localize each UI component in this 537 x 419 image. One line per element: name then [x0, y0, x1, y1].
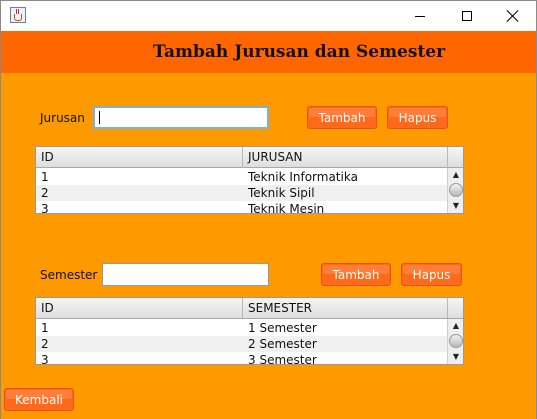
- jurusan-table-body: 1 Teknik Informatika 2 Teknik Sipil 3 Te…: [36, 168, 447, 214]
- cell-semester: 2 Semester: [248, 337, 317, 351]
- semester-scrollbar[interactable]: ▲ ▼: [447, 319, 463, 364]
- semester-add-button[interactable]: Tambah: [321, 263, 391, 286]
- scroll-down-icon[interactable]: ▼: [448, 201, 463, 211]
- minimize-button[interactable]: [397, 1, 443, 31]
- semester-table-header: ID SEMESTER: [36, 298, 447, 319]
- scroll-down-icon[interactable]: ▼: [448, 352, 463, 362]
- column-header-semester[interactable]: SEMESTER: [243, 298, 447, 319]
- cell-semester: 1 Semester: [248, 321, 317, 335]
- semester-input[interactable]: [102, 263, 269, 286]
- cell-semester: 3 Semester: [248, 353, 317, 365]
- maximize-icon: [462, 11, 472, 21]
- table-header-corner: [447, 147, 463, 168]
- table-row[interactable]: 1 1 Semester: [36, 320, 447, 336]
- close-button[interactable]: [490, 1, 536, 31]
- cell-jurusan: Teknik Informatika: [248, 170, 358, 184]
- cell-jurusan: Teknik Mesin: [248, 202, 325, 214]
- app-window: Tambah Jurusan dan Semester Jurusan Tamb…: [0, 0, 537, 419]
- cell-id: 2: [41, 337, 49, 351]
- jurusan-delete-button[interactable]: Hapus: [387, 106, 448, 129]
- semester-table[interactable]: ID SEMESTER 1 1 Semester 2 2 Semester 3 …: [35, 297, 464, 365]
- column-header-id[interactable]: ID: [36, 147, 243, 168]
- table-row[interactable]: 2 2 Semester: [36, 336, 447, 352]
- scroll-thumb[interactable]: [449, 183, 463, 197]
- cell-id: 3: [41, 202, 49, 214]
- main-panel: Tambah Jurusan dan Semester Jurusan Tamb…: [1, 31, 536, 419]
- minimize-icon: [415, 15, 425, 17]
- text-caret: [99, 111, 100, 124]
- column-header-jurusan[interactable]: JURUSAN: [243, 147, 447, 168]
- table-row[interactable]: 2 Teknik Sipil: [36, 185, 447, 201]
- java-cup-icon[interactable]: [10, 7, 26, 23]
- jurusan-table[interactable]: ID JURUSAN 1 Teknik Informatika 2 Teknik…: [35, 146, 464, 214]
- cup-shape: [14, 14, 22, 21]
- column-header-id[interactable]: ID: [36, 298, 243, 319]
- header-bar: Tambah Jurusan dan Semester: [1, 31, 536, 73]
- cell-jurusan: Teknik Sipil: [248, 186, 315, 200]
- back-button[interactable]: Kembali: [4, 388, 74, 411]
- table-row[interactable]: 1 Teknik Informatika: [36, 169, 447, 185]
- scroll-up-icon[interactable]: ▲: [448, 321, 463, 331]
- semester-delete-button[interactable]: Hapus: [401, 263, 462, 286]
- cell-id: 1: [41, 321, 49, 335]
- cell-id: 1: [41, 170, 49, 184]
- jurusan-input[interactable]: [93, 106, 269, 129]
- jurusan-label: Jurusan: [40, 111, 85, 125]
- table-row[interactable]: 3 Teknik Mesin: [36, 201, 447, 214]
- semester-table-body: 1 1 Semester 2 2 Semester 3 3 Semester: [36, 319, 447, 365]
- close-icon: [507, 10, 519, 22]
- maximize-button[interactable]: [444, 1, 490, 31]
- page-title: Tambah Jurusan dan Semester: [153, 42, 446, 62]
- jurusan-scrollbar[interactable]: ▲ ▼: [447, 168, 463, 213]
- title-bar[interactable]: [1, 1, 536, 31]
- table-row[interactable]: 3 3 Semester: [36, 352, 447, 365]
- table-header-corner: [447, 298, 463, 319]
- cell-id: 3: [41, 353, 49, 365]
- cell-id: 2: [41, 186, 49, 200]
- jurusan-table-header: ID JURUSAN: [36, 147, 447, 168]
- scroll-up-icon[interactable]: ▲: [448, 170, 463, 180]
- semester-label: Semester: [40, 268, 98, 282]
- scroll-thumb[interactable]: [449, 334, 463, 348]
- jurusan-add-button[interactable]: Tambah: [307, 106, 377, 129]
